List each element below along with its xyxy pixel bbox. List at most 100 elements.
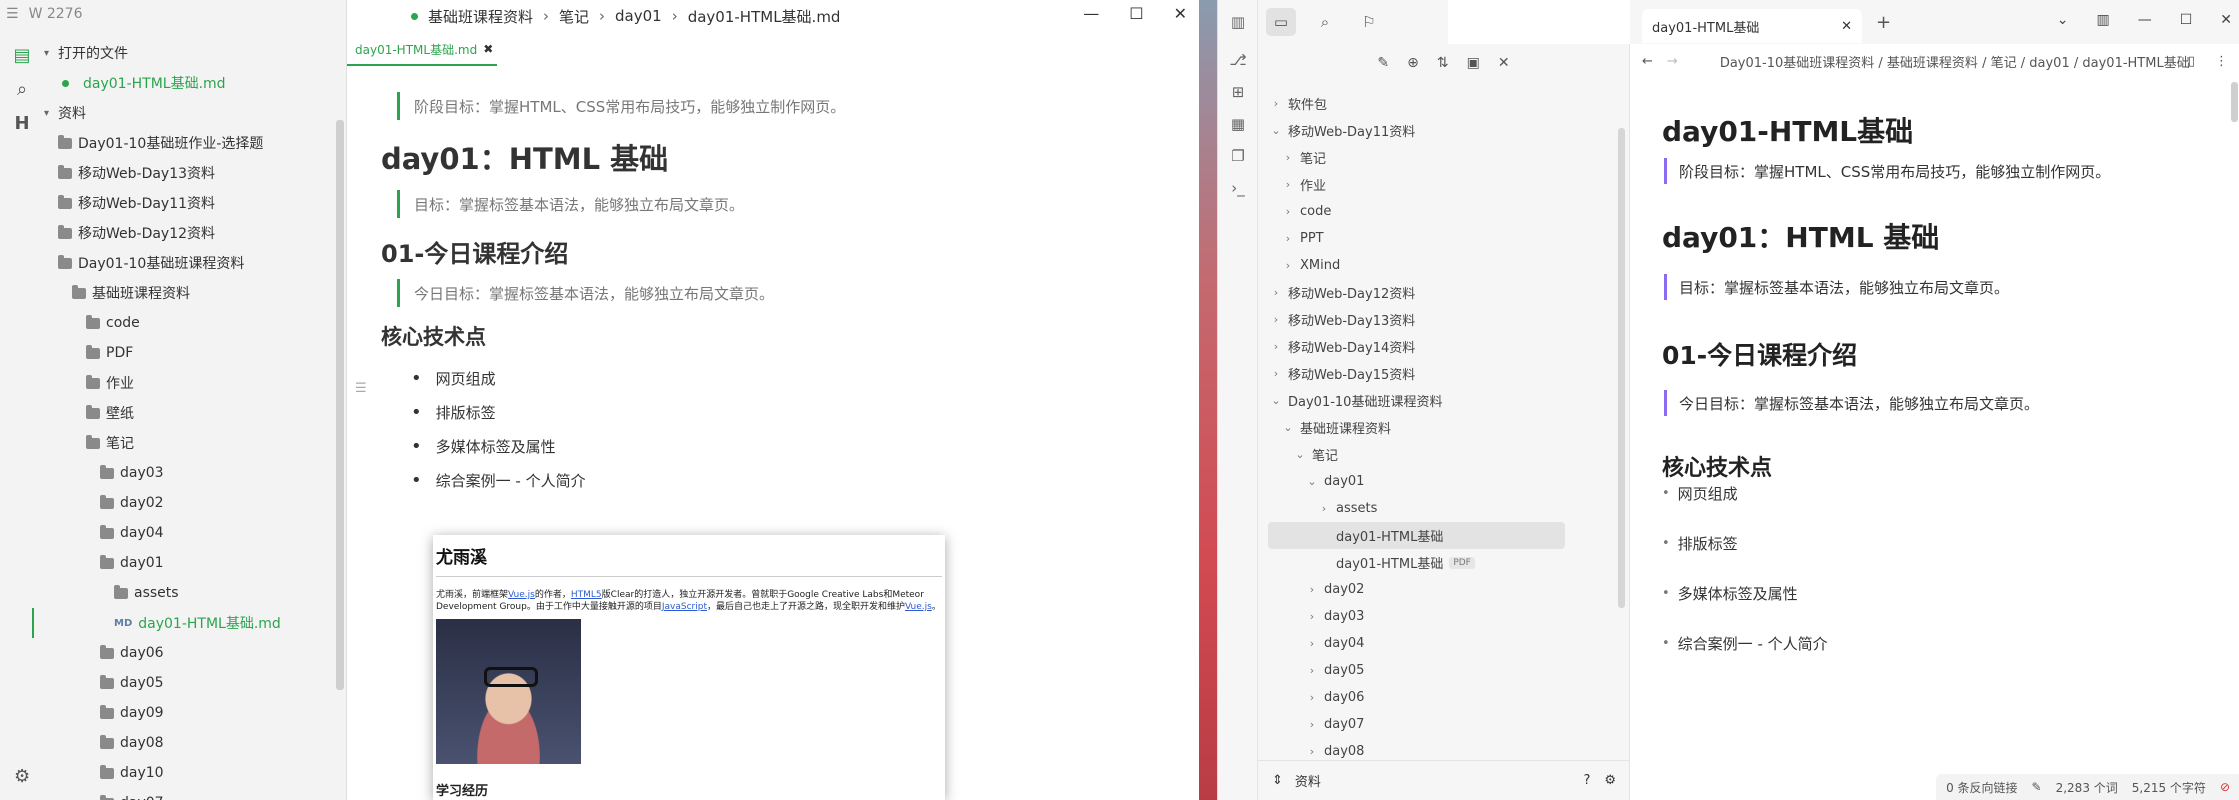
tree-item[interactable]: day08 [44,728,334,758]
sync-error-icon[interactable]: ⊘ [2220,780,2230,794]
gear-icon[interactable]: ⚙ [1604,773,1616,788]
breadcrumb-item[interactable]: day01-HTML基础 [2082,56,2189,71]
explorer-item[interactable]: ⌄ 基础班课程资料 [1268,414,1629,441]
back-arrow-icon[interactable]: ← [1642,54,1653,69]
explorer-item[interactable]: ⌄ day01 [1268,468,1629,495]
graph-icon[interactable]: ⎇ [1218,44,1258,76]
close-tab-icon[interactable]: ✕ [1841,19,1852,34]
breadcrumb-item[interactable]: day01-HTML基础.md [688,6,841,27]
tree-item[interactable]: day01 [44,548,334,578]
explorer-item[interactable]: day01-HTML基础 [1268,522,1565,549]
templates-icon[interactable]: ❐ [1218,140,1258,172]
bookmark-icon[interactable]: ⚐ [1354,8,1384,36]
explorer-item[interactable]: › 移动Web-Day12资料 [1268,279,1629,306]
explorer-item[interactable]: › 软件包 [1268,90,1629,117]
explorer-item[interactable]: › code [1268,198,1629,225]
tree-item[interactable]: 移动Web-Day12资料 [44,218,334,248]
preview-link[interactable]: Vue.js [508,590,535,600]
tree-item[interactable]: day05 [44,668,334,698]
reading-view-icon[interactable]: ▯ [2188,54,2195,69]
explorer-item[interactable]: › day05 [1268,657,1629,684]
maximize-icon[interactable]: ☐ [1129,4,1143,23]
tree-item[interactable]: 作业 [44,368,334,398]
tree-item[interactable]: day06 [44,638,334,668]
preview-link[interactable]: Vue.js [905,602,932,612]
tree-item[interactable]: 移动Web-Day11资料 [44,188,334,218]
explorer-item[interactable]: › day02 [1268,576,1629,603]
tree-item[interactable]: day04 [44,518,334,548]
close-icon[interactable]: ✕ [1174,4,1187,23]
breadcrumb-item[interactable]: Day01-10基础班课程资料 [1720,56,1874,71]
explorer-item[interactable]: › day04 [1268,630,1629,657]
tree-section[interactable]: ▾ 资料 [44,98,334,128]
explorer-item[interactable]: ⌄ 笔记 [1268,441,1629,468]
backlinks-count[interactable]: 0 条反向链接 [1946,779,2017,796]
explorer-item[interactable]: › day07 [1268,711,1629,738]
minimize-icon[interactable]: — [2138,12,2152,28]
tree-item[interactable]: day09 [44,698,334,728]
note-tab[interactable]: day01-HTML基础 ✕ [1642,9,1862,43]
calendar-icon[interactable]: ▦ [1218,108,1258,140]
explorer-item[interactable]: ⌄ Day01-10基础班课程资料 [1268,387,1629,414]
note-scrollbar[interactable] [2231,82,2238,122]
breadcrumb-item[interactable]: day01 [615,7,662,25]
explorer-item[interactable]: › 作业 [1268,171,1629,198]
explorer-item[interactable]: › 移动Web-Day13资料 [1268,306,1629,333]
search-icon[interactable]: ⌕ [0,72,44,106]
file-tab[interactable]: day01-HTML基础.md ✖ [347,34,497,66]
tree-item[interactable]: assets [44,578,334,608]
new-tab-icon[interactable]: + [1876,12,1891,33]
tree-item[interactable]: day10 [44,758,334,788]
files-icon[interactable]: ▤ [0,38,44,72]
tree-item[interactable]: 移动Web-Day13资料 [44,158,334,188]
vault-switcher[interactable]: ⇕ 资料 ? ⚙ [1258,760,1630,800]
explorer-item[interactable]: › day03 [1268,603,1629,630]
terminal-icon[interactable]: ›_ [1218,172,1258,204]
preview-link[interactable]: HTML5 [571,590,602,600]
tree-item[interactable]: day03 [44,458,334,488]
new-note-icon[interactable]: ✎ [1377,55,1389,71]
breadcrumb-item[interactable]: 基础班课程资料 [1887,56,1978,71]
more-options-icon[interactable]: ⋮ [2215,54,2228,69]
explorer-item[interactable]: › 笔记 [1268,144,1629,171]
tree-item[interactable]: 基础班课程资料 [44,278,334,308]
gear-icon[interactable]: ⚙ [14,766,30,787]
tree-item[interactable]: PDF [44,338,334,368]
explorer-item[interactable]: › day06 [1268,684,1629,711]
tree-section[interactable]: ▾ 打开的文件 [44,38,334,68]
breadcrumb-item[interactable]: 笔记 [559,6,589,27]
explorer-scrollbar[interactable] [1618,128,1625,608]
tree-item[interactable]: 壁纸 [44,398,334,428]
explorer-item[interactable]: › 移动Web-Day14资料 [1268,333,1629,360]
tree-item[interactable]: Day01-10基础班课程资料 [44,248,334,278]
help-icon[interactable]: ? [1583,773,1590,788]
sidebar-toggle-icon[interactable]: ▥ [1218,0,1258,44]
explorer-item[interactable]: › assets [1268,495,1629,522]
forward-arrow-icon[interactable]: → [1667,54,1678,69]
chevron-down-icon[interactable]: ⌄ [2057,12,2069,28]
split-view-icon[interactable]: ▥ [2096,12,2109,28]
tree-item[interactable]: day01-HTML基础.md [44,68,334,98]
sort-icon[interactable]: ⇅ [1437,55,1449,71]
tree-item[interactable]: day02 [44,488,334,518]
explorer-item[interactable]: › XMind [1268,252,1629,279]
breadcrumb-item[interactable]: day01 [2029,56,2069,71]
menu-icon[interactable]: ☰ [6,6,19,22]
edit-icon[interactable]: ✎ [2032,780,2042,794]
new-folder-icon[interactable]: ⊕ [1407,55,1419,71]
collapse-all-icon[interactable]: ✕ [1498,55,1510,71]
auto-reveal-icon[interactable]: ▣ [1467,55,1480,71]
folder-icon[interactable]: ▭ [1266,8,1296,36]
preview-link[interactable]: JavaScript [662,602,707,612]
sidebar-scrollbar[interactable] [336,120,344,690]
tree-item[interactable]: Day01-10基础班作业-选择题 [44,128,334,158]
search-icon[interactable]: ⌕ [1310,8,1340,36]
tree-item[interactable]: code [44,308,334,338]
tree-item[interactable]: MD day01-HTML基础.md [32,608,334,638]
breadcrumb-item[interactable]: 笔记 [1991,56,2017,71]
explorer-item[interactable]: › 移动Web-Day15资料 [1268,360,1629,387]
explorer-item[interactable]: ⌄ 移动Web-Day11资料 [1268,117,1629,144]
maximize-icon[interactable]: ☐ [2180,12,2193,28]
close-icon[interactable]: ✕ [2220,12,2232,28]
tree-item[interactable]: 笔记 [44,428,334,458]
